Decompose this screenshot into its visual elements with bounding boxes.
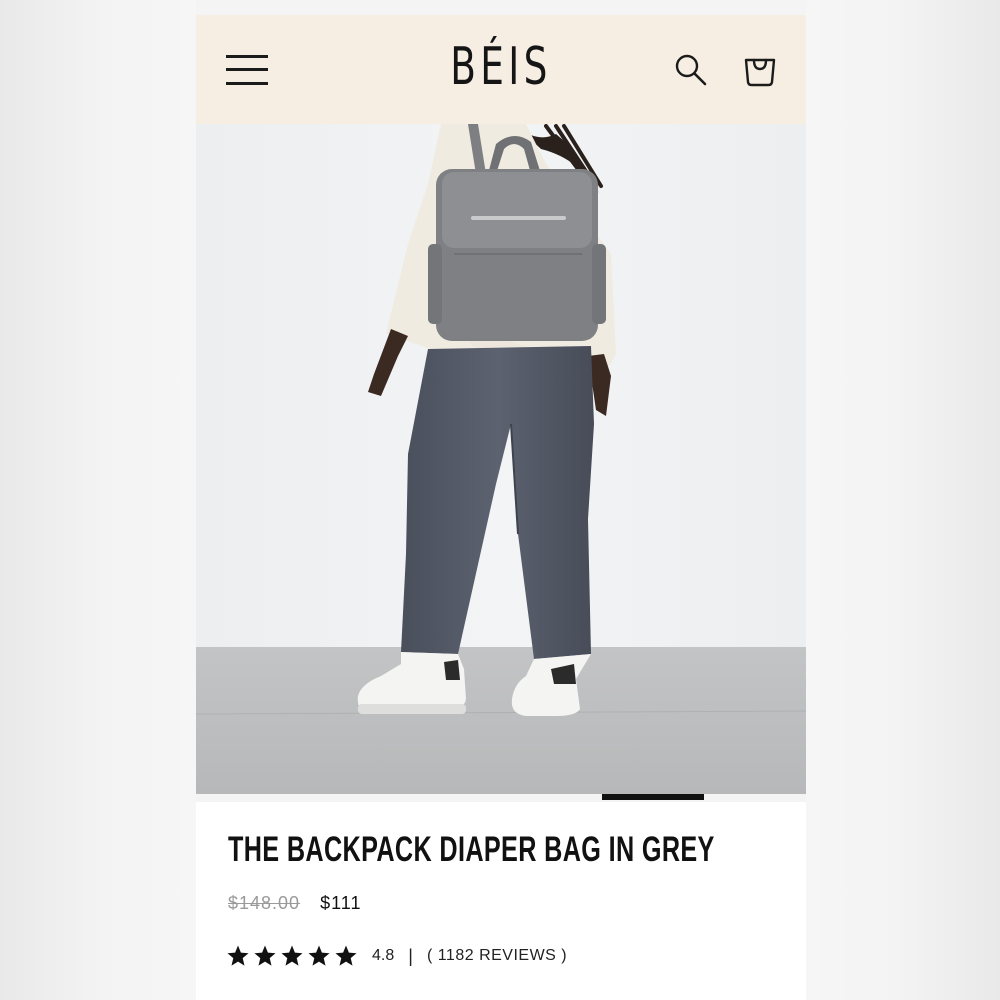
original-price: $148.00 — [228, 893, 301, 913]
product-title: THE BACKPACK DIAPER BAG IN GREY — [228, 830, 715, 869]
product-image[interactable] — [196, 124, 806, 794]
star-icon — [335, 945, 357, 966]
status-strip — [196, 0, 806, 15]
carousel-active-indicator — [602, 794, 704, 800]
search-icon[interactable] — [674, 53, 708, 87]
product-photo — [196, 124, 806, 794]
hamburger-menu-icon[interactable] — [226, 53, 270, 87]
star-icon — [281, 945, 303, 966]
star-icon — [308, 945, 330, 966]
site-header: BÉIS — [196, 15, 806, 124]
carousel-progress[interactable] — [196, 794, 806, 802]
star-icon — [227, 945, 249, 966]
sale-price: $111 — [320, 893, 362, 913]
shopping-bag-icon[interactable] — [741, 51, 779, 89]
brand-logo[interactable]: BÉIS — [429, 37, 573, 97]
reviews-count-link[interactable]: ( 1182 REVIEWS ) — [427, 947, 567, 965]
rating-value: 4.8 — [372, 947, 395, 964]
rating-stars — [226, 944, 358, 968]
star-icon — [254, 945, 276, 966]
rating-separator: | — [408, 945, 413, 966]
rating-row[interactable]: 4.8 | ( 1182 REVIEWS ) — [226, 942, 567, 970]
price-row: $148.00 $111 — [228, 893, 361, 914]
phone-screen: BÉIS THE BACKPACK DIAPER BAG IN GREY $14… — [196, 0, 806, 1000]
